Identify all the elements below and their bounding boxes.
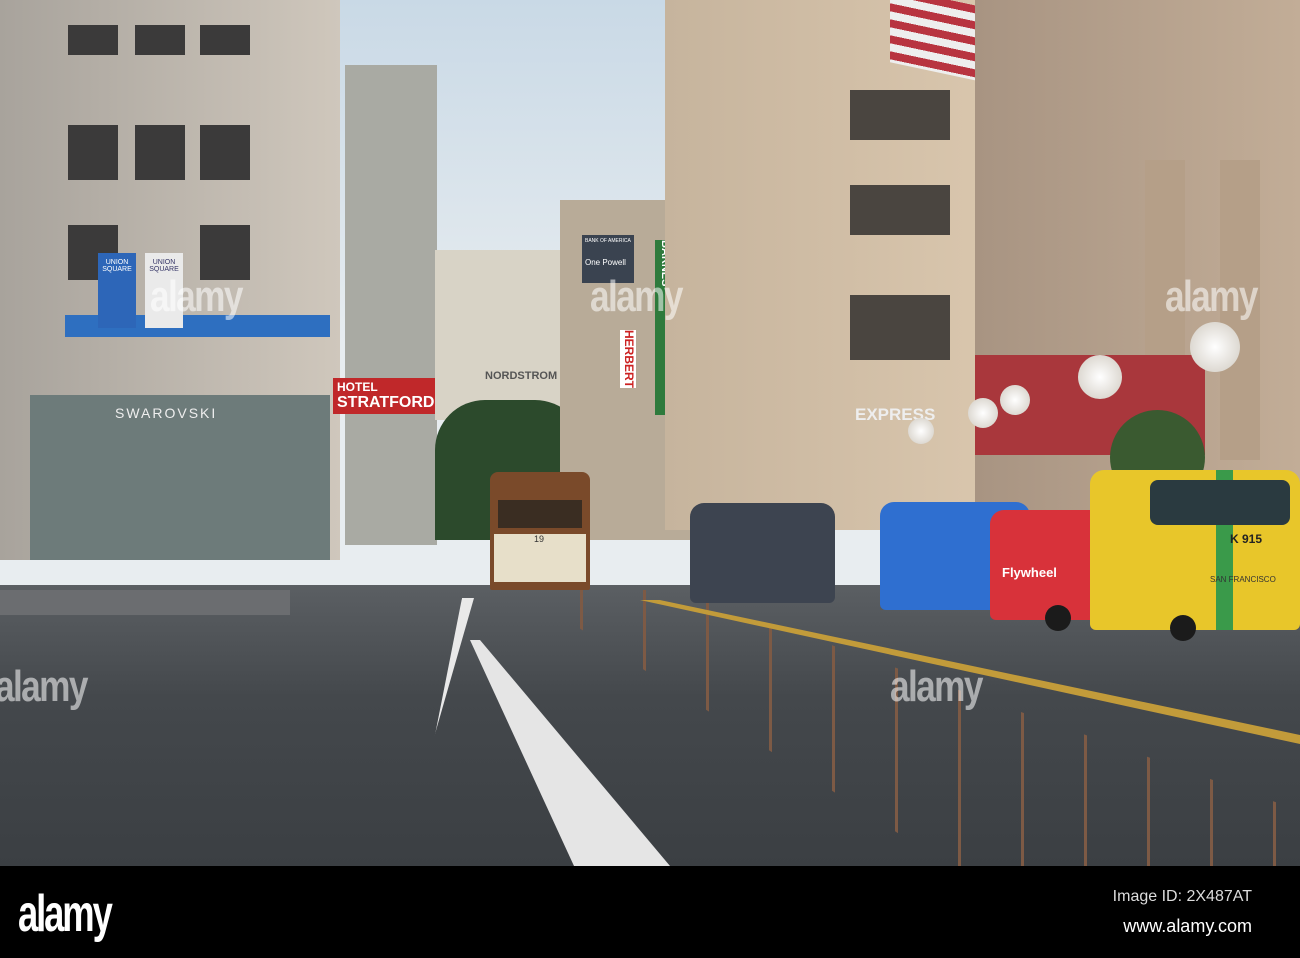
watermark: alamy [0,662,88,711]
street-photo: UNION SQUARE UNION SQUARE SWAROVSKI HOTE… [0,0,1300,866]
watermark: alamy [590,272,683,321]
yellow-taxi: K 915 SAN FRANCISCO [1090,470,1300,630]
cable-car: 19 [490,472,590,590]
wheel [1045,605,1071,631]
dark-minivan [690,503,835,603]
banner-text: UNION SQUARE [149,259,179,273]
banner-text: UNION SQUARE [102,259,132,273]
sidewalk [0,590,290,615]
street-lamp [1190,322,1240,372]
image-id: Image ID: 2X487AT [1112,888,1252,905]
street-lamp [1078,355,1122,399]
alamy-logo: alamy [18,885,113,943]
stratford-label: STRATFORD [337,394,435,411]
tower-building [345,65,437,545]
herbert-sign: HERBERT [620,330,636,389]
watermark: alamy [890,662,983,711]
one-powell-label: One Powell [585,258,626,267]
ornate-building [665,0,985,530]
street-lamp [908,418,934,444]
stratford-sign: HOTEL STRATFORD [333,378,439,414]
street-lamp [968,398,998,428]
cable-car-number: 19 [534,534,545,544]
street-lamp [1000,385,1030,415]
footer-bar: alamy Image ID: 2X487AT www.alamy.com [0,866,1300,958]
website-url: www.alamy.com [1123,916,1252,936]
flywheel-logo: Flywheel [1002,565,1057,580]
swarovski-sign: SWAROVSKI [115,405,218,421]
taxi-city: SAN FRANCISCO [1210,575,1276,584]
taxi-id: K 915 [1230,532,1263,546]
bank-of-america-label: BANK OF AMERICA [585,238,631,244]
union-square-banner: UNION SQUARE [98,253,136,328]
wheel [1170,615,1196,641]
nordstrom-building: NORDSTROM [435,250,565,420]
hotel-label: HOTEL [337,380,378,394]
watermark: alamy [150,272,243,321]
nordstrom-sign: NORDSTROM [485,370,558,382]
watermark: alamy [1165,272,1258,321]
